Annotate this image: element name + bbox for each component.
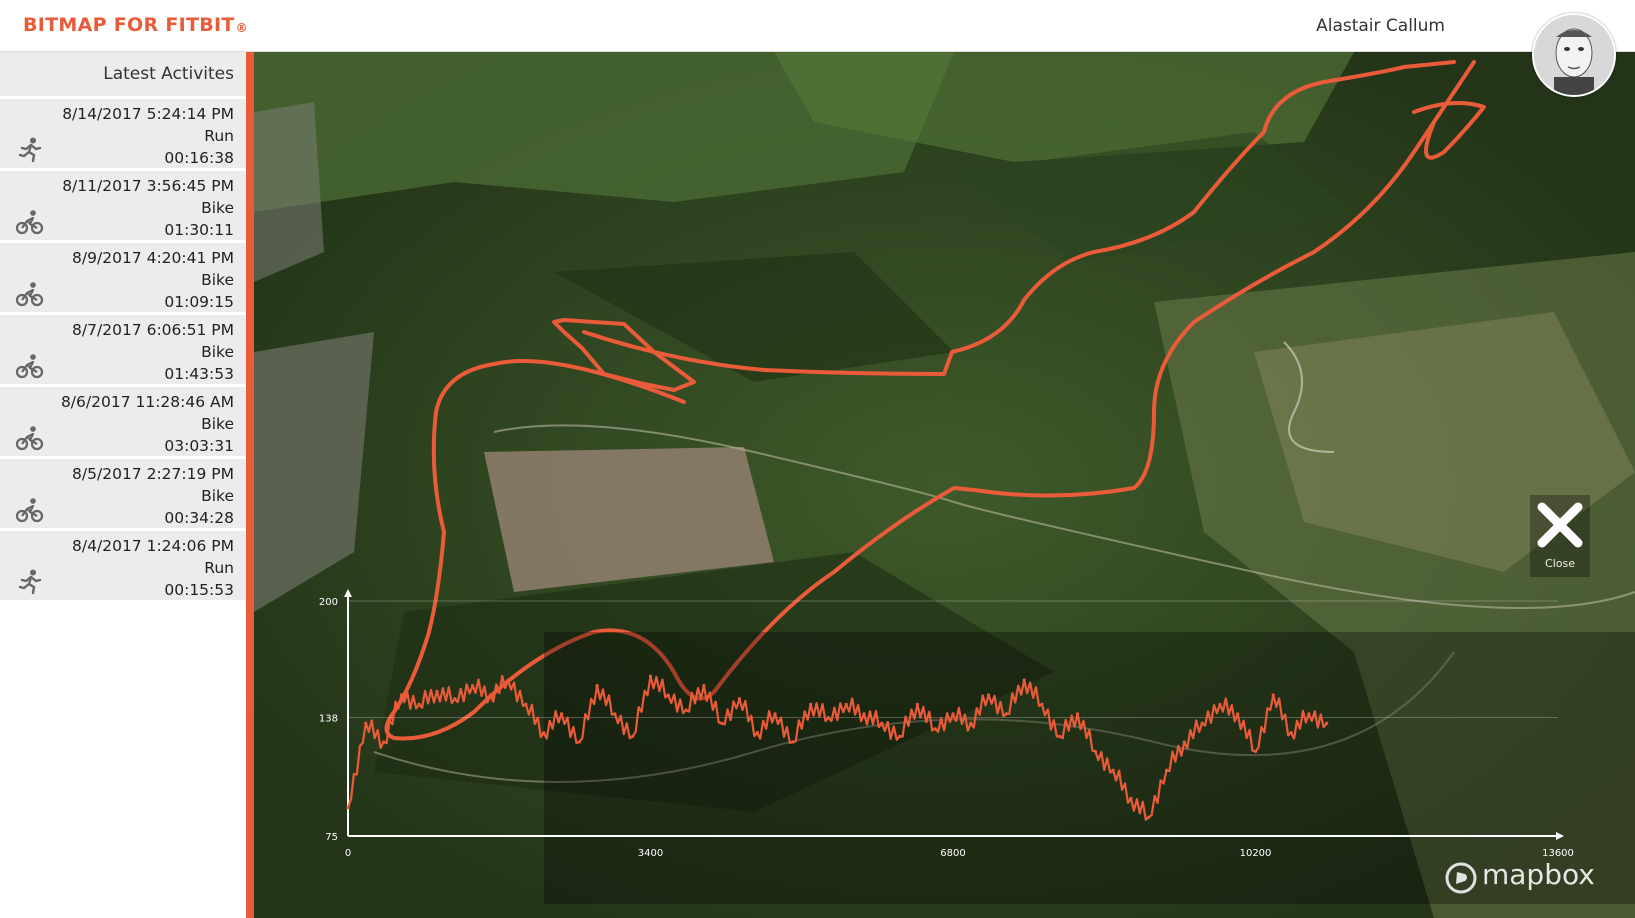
user-avatar[interactable] [1532,13,1616,97]
data-point [737,697,742,701]
mapbox-attribution[interactable]: mapbox [1482,858,1595,891]
data-point [1164,768,1169,772]
data-point [453,697,457,701]
data-point [898,734,902,738]
x-tick-label: 0 [345,848,351,859]
x-tick-label: 6800 [940,848,965,859]
data-point [1253,749,1258,754]
x-tick-label: 3400 [638,848,663,859]
data-point [613,712,617,716]
data-point [346,806,350,810]
data-point [986,693,991,697]
data-point [399,693,403,697]
close-icon [1537,502,1583,548]
data-point [631,734,635,738]
data-point [755,731,759,735]
data-point [862,712,866,716]
data-point [1147,815,1151,819]
x-axis-arrow [1556,832,1564,840]
avatar-image [1534,15,1614,95]
data-point [1325,721,1329,725]
data-point [1075,712,1080,716]
data-point [1236,712,1240,716]
data-point [648,674,653,678]
activity-chart: 751382000 3400 6800 10200 13600 [319,589,1574,859]
data-point [1289,731,1293,735]
data-point [577,740,581,744]
data-point [524,702,528,707]
close-button[interactable]: Close [1530,495,1590,577]
y-tick-label: 75 [325,832,338,843]
data-point [1182,740,1186,744]
data-point [720,721,724,725]
data-point [1200,721,1204,725]
data-point [1307,712,1311,716]
y-axis-arrow [344,589,352,597]
data-point [915,702,920,707]
data-point [381,740,386,744]
data-point [844,702,848,707]
data-point [684,708,688,712]
data-point [1058,734,1062,738]
data-point [1271,693,1275,697]
data-point [951,712,955,716]
data-point [702,684,706,688]
y-tick-label: 200 [319,597,338,608]
data-point [791,740,795,744]
data-point [1093,749,1097,754]
data-point [1004,712,1008,716]
data-point [666,693,670,697]
data-point [1111,768,1115,772]
data-point [933,727,937,731]
series-line [346,674,1328,821]
data-point [1218,702,1222,707]
data-point [364,721,368,725]
close-label: Close [1545,557,1575,570]
mapbox-logo-icon[interactable] [1445,862,1477,894]
data-point [1040,702,1044,707]
data-point [826,715,831,720]
data-point [595,684,599,688]
y-tick-label: 138 [319,714,338,725]
data-point [417,702,421,707]
data-point [969,721,973,725]
data-point [488,693,492,697]
data-point [1129,796,1133,801]
data-point [506,678,510,682]
data-point [1022,678,1026,682]
data-point [470,684,475,688]
data-point [880,721,884,725]
data-point [542,731,546,735]
data-point [435,689,439,693]
x-tick-label: 10200 [1240,848,1272,859]
data-point [559,712,564,716]
data-point [773,712,777,716]
data-point [809,702,813,707]
